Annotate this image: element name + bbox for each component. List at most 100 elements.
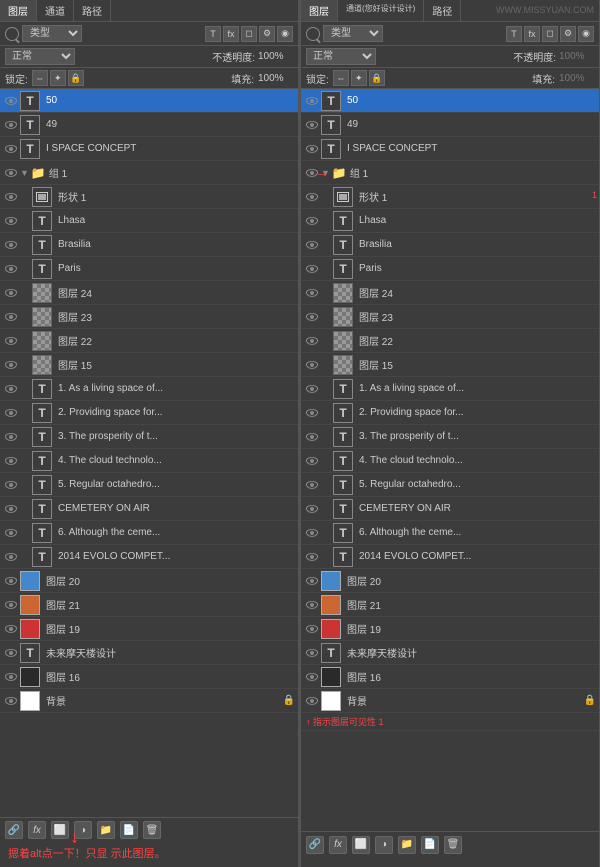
- layer-row[interactable]: 图层 23: [0, 305, 298, 329]
- layer-row[interactable]: 形状 1: [0, 185, 298, 209]
- r-footer-delete-btn[interactable]: 🗑: [444, 836, 462, 854]
- layer-row[interactable]: 图层 16: [0, 665, 298, 689]
- r-lock-pos-icon[interactable]: ⇔: [333, 70, 349, 86]
- layer-row[interactable]: TLhasa: [0, 209, 298, 233]
- eye-btn[interactable]: [304, 597, 320, 613]
- layer-row[interactable]: T50: [301, 89, 599, 113]
- eye-btn[interactable]: [3, 477, 19, 493]
- layer-row[interactable]: 图层 20: [0, 569, 298, 593]
- layer-row[interactable]: T5. Regular octahedro...: [301, 473, 599, 497]
- r-filter-text-icon[interactable]: T: [506, 26, 522, 42]
- layer-row[interactable]: 图层 24: [0, 281, 298, 305]
- footer-group-btn[interactable]: 📁: [97, 821, 115, 839]
- blend-mode-right[interactable]: 正常: [306, 48, 376, 65]
- r-filter-mask-icon[interactable]: ◻: [542, 26, 558, 42]
- layer-row[interactable]: T未来摩天楼设计: [301, 641, 599, 665]
- eye-btn[interactable]: [3, 333, 19, 349]
- layer-row[interactable]: 背景🔒: [301, 689, 599, 713]
- eye-btn[interactable]: [3, 189, 19, 205]
- tab-paths-right[interactable]: 路径: [424, 0, 461, 21]
- eye-btn[interactable]: [3, 621, 19, 637]
- eye-btn[interactable]: [304, 213, 320, 229]
- eye-btn[interactable]: [3, 597, 19, 613]
- eye-btn[interactable]: [3, 237, 19, 253]
- filter-text-icon[interactable]: T: [205, 26, 221, 42]
- footer-delete-btn[interactable]: 🗑: [143, 821, 161, 839]
- layer-row[interactable]: 图层 23: [301, 305, 599, 329]
- layer-row[interactable]: T1. As a living space of...: [0, 377, 298, 401]
- eye-btn[interactable]: [3, 453, 19, 469]
- tab-channels-right[interactable]: 通道(您好设计设计): [338, 0, 424, 21]
- r-footer-mask-btn[interactable]: ⬜: [352, 836, 370, 854]
- filter-color-icon[interactable]: ◉: [277, 26, 293, 42]
- eye-btn[interactable]: [3, 309, 19, 325]
- eye-btn[interactable]: [3, 381, 19, 397]
- eye-btn[interactable]: [3, 285, 19, 301]
- lock-px-icon[interactable]: ✦: [50, 70, 66, 86]
- eye-btn[interactable]: [3, 117, 19, 133]
- layer-row[interactable]: 图层 20: [301, 569, 599, 593]
- blend-mode-left[interactable]: 正常: [5, 48, 75, 65]
- tab-layers-left[interactable]: 图层: [0, 0, 37, 21]
- layer-row[interactable]: T49: [0, 113, 298, 137]
- eye-btn[interactable]: [304, 141, 320, 157]
- layer-row[interactable]: ▼📁组 1→群组同样 适用: [301, 161, 599, 185]
- eye-btn[interactable]: [304, 93, 320, 109]
- eye-btn[interactable]: [3, 93, 19, 109]
- lock-pos-icon[interactable]: ⇔: [32, 70, 48, 86]
- layer-row[interactable]: ▼📁组 1: [0, 161, 298, 185]
- eye-btn[interactable]: [304, 477, 320, 493]
- layer-row[interactable]: T6. Although the ceme...: [301, 521, 599, 545]
- eye-btn[interactable]: [3, 573, 19, 589]
- layer-row[interactable]: 形状 11: [301, 185, 599, 209]
- layer-row[interactable]: T4. The cloud technolo...: [0, 449, 298, 473]
- eye-btn[interactable]: [304, 669, 320, 685]
- footer-new-layer-btn[interactable]: 📄: [120, 821, 138, 839]
- r-filter-smart-icon[interactable]: ⚙: [560, 26, 576, 42]
- footer-link-icon[interactable]: 🔗: [5, 821, 23, 839]
- layer-row[interactable]: T50: [0, 89, 298, 113]
- group-expand-arrow[interactable]: ▼: [20, 168, 29, 178]
- footer-mask-btn[interactable]: ⬜: [51, 821, 69, 839]
- r-footer-new-layer-btn[interactable]: 📄: [421, 836, 439, 854]
- r-footer-link-icon[interactable]: 🔗: [306, 836, 324, 854]
- lock-all-icon[interactable]: 🔒: [68, 70, 84, 86]
- layer-row[interactable]: T49: [301, 113, 599, 137]
- layer-row[interactable]: TBrasilia: [0, 233, 298, 257]
- filter-mask-icon[interactable]: ◻: [241, 26, 257, 42]
- eye-btn[interactable]: [304, 237, 320, 253]
- r-filter-fx-icon[interactable]: fx: [524, 26, 540, 42]
- r-footer-group-btn[interactable]: 📁: [398, 836, 416, 854]
- layer-row[interactable]: TCEMETERY ON AIR: [301, 497, 599, 521]
- eye-btn[interactable]: [3, 405, 19, 421]
- eye-btn[interactable]: [3, 501, 19, 517]
- tab-channels-left[interactable]: 通道: [37, 0, 74, 21]
- eye-btn[interactable]: [3, 693, 19, 709]
- eye-btn[interactable]: [304, 285, 320, 301]
- layer-row[interactable]: T4. The cloud technolo...: [301, 449, 599, 473]
- eye-btn[interactable]: [304, 189, 320, 205]
- r-footer-adjustment-btn[interactable]: ◑: [375, 836, 393, 854]
- eye-btn[interactable]: [304, 453, 320, 469]
- eye-btn[interactable]: [304, 357, 320, 373]
- layer-row[interactable]: T未来摩天楼设计: [0, 641, 298, 665]
- r-filter-color-icon[interactable]: ◉: [578, 26, 594, 42]
- layer-row[interactable]: T1. As a living space of...: [301, 377, 599, 401]
- eye-btn[interactable]: [3, 429, 19, 445]
- eye-btn[interactable]: [304, 309, 320, 325]
- eye-btn[interactable]: [3, 357, 19, 373]
- layer-row[interactable]: TParis: [301, 257, 599, 281]
- eye-btn[interactable]: [304, 117, 320, 133]
- layer-row[interactable]: 图层 16: [301, 665, 599, 689]
- eye-btn[interactable]: [304, 525, 320, 541]
- layer-row[interactable]: T3. The prosperity of t...: [0, 425, 298, 449]
- layer-row[interactable]: 图层 21: [301, 593, 599, 617]
- eye-btn[interactable]: [3, 549, 19, 565]
- layer-row[interactable]: 图层 22: [0, 329, 298, 353]
- eye-btn[interactable]: [3, 525, 19, 541]
- tab-layers-right[interactable]: 图层: [301, 0, 338, 21]
- eye-btn[interactable]: [3, 165, 19, 181]
- layer-row[interactable]: T2. Providing space for...: [0, 401, 298, 425]
- layer-row[interactable]: TI SPACE CONCEPT: [301, 137, 599, 161]
- layer-row[interactable]: 图层 19: [0, 617, 298, 641]
